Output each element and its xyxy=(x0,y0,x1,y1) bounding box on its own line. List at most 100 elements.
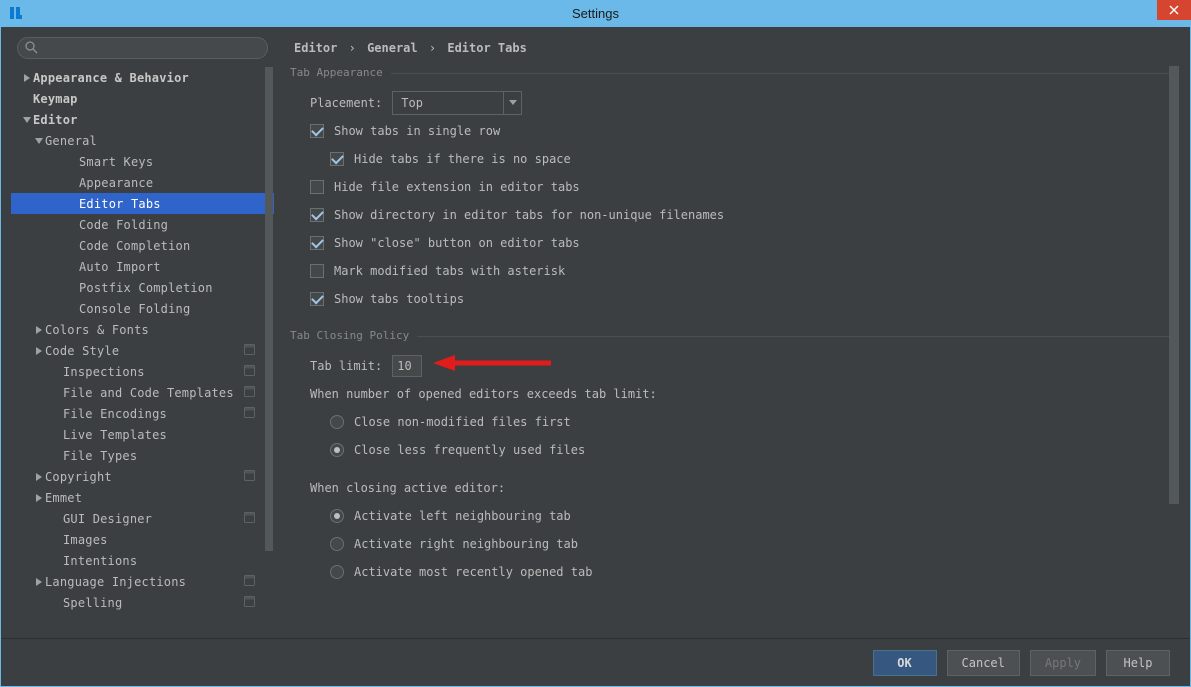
tree-item-label: Colors & Fonts xyxy=(45,323,260,337)
tree-item-console-folding[interactable]: Console Folding xyxy=(11,298,274,319)
checkbox-icon xyxy=(310,292,324,306)
content-scrollbar[interactable] xyxy=(1168,66,1180,628)
tree-item-label: Editor Tabs xyxy=(79,197,260,211)
cb-show-close[interactable]: Show "close" button on editor tabs xyxy=(290,231,1180,255)
tree-item-label: Editor xyxy=(33,113,260,127)
tree-item-label: Smart Keys xyxy=(79,155,260,169)
tree-item-label: File and Code Templates xyxy=(63,386,243,400)
radio-icon xyxy=(330,537,344,551)
tree-item-copyright[interactable]: Copyright xyxy=(11,466,274,487)
settings-client: Appearance & BehaviorKeymap Editor General… xyxy=(1,27,1190,686)
breadcrumb: Editor › General › Editor Tabs xyxy=(290,37,1180,65)
apply-button[interactable]: Apply xyxy=(1030,650,1096,676)
group-tab-closing: Tab Closing Policy Tab limit: When numbe… xyxy=(290,329,1180,584)
settings-window: Settings Appearance & BehaviorKeymapEdi xyxy=(0,0,1191,687)
radio-icon xyxy=(330,415,344,429)
tree-item-live-templates[interactable]: Live Templates xyxy=(11,424,274,445)
titlebar[interactable]: Settings xyxy=(0,0,1191,26)
radio-icon xyxy=(330,565,344,579)
scope-icon xyxy=(243,511,256,527)
ok-button[interactable]: OK xyxy=(873,650,937,676)
tree-item-editor[interactable]: Editor xyxy=(11,109,274,130)
cancel-button[interactable]: Cancel xyxy=(947,650,1020,676)
scope-icon xyxy=(243,469,256,485)
button-bar: OK Cancel Apply Help xyxy=(1,638,1190,686)
tree-item-label: File Types xyxy=(63,449,260,463)
checkbox-icon xyxy=(310,180,324,194)
tree-item-colors-fonts[interactable]: Colors & Fonts xyxy=(11,319,274,340)
tree-item-postfix-completion[interactable]: Postfix Completion xyxy=(11,277,274,298)
group-title: Tab Appearance xyxy=(290,66,1180,79)
sidebar: Appearance & BehaviorKeymap Editor General… xyxy=(1,27,280,638)
scope-icon xyxy=(243,364,256,380)
tree-item-appearance-behavior[interactable]: Appearance & Behavior xyxy=(11,67,274,88)
radio-act-recent[interactable]: Activate most recently opened tab xyxy=(290,560,1180,584)
help-button[interactable]: Help xyxy=(1106,650,1170,676)
settings-tree: Appearance & BehaviorKeymap Editor General… xyxy=(11,67,274,630)
chevron-right-icon xyxy=(33,326,45,334)
tree-item-gui-designer[interactable]: GUI Designer xyxy=(11,508,274,529)
tree-item-label: Live Templates xyxy=(63,428,260,442)
tree-item-general[interactable]: General xyxy=(11,130,274,151)
tree-item-code-style[interactable]: Code Style xyxy=(11,340,274,361)
cb-hide-no-space[interactable]: Hide tabs if there is no space xyxy=(290,147,1180,171)
tree-item-inspections[interactable]: Inspections xyxy=(11,361,274,382)
tree-item-code-folding[interactable]: Code Folding xyxy=(11,214,274,235)
tree-item-label: Language Injections xyxy=(45,575,243,589)
tree-item-smart-keys[interactable]: Smart Keys xyxy=(11,151,274,172)
cb-hide-ext[interactable]: Hide file extension in editor tabs xyxy=(290,175,1180,199)
main-panel: Appearance & BehaviorKeymap Editor General… xyxy=(1,27,1190,638)
tree-item-images[interactable]: Images xyxy=(11,529,274,550)
row-tab-limit: Tab limit: xyxy=(290,354,1180,378)
cb-single-row[interactable]: Show tabs in single row xyxy=(290,119,1180,143)
checkbox-icon xyxy=(310,264,324,278)
tree-item-code-completion[interactable]: Code Completion xyxy=(11,235,274,256)
tree-item-label: Code Completion xyxy=(79,239,260,253)
scope-icon xyxy=(243,574,256,590)
radio-close-lfu[interactable]: Close less frequently used files xyxy=(290,438,1180,462)
tree-item-label: Code Folding xyxy=(79,218,260,232)
radio-icon xyxy=(330,443,344,457)
tree-item-appearance[interactable]: Appearance xyxy=(11,172,274,193)
content-body: Tab Appearance Placement: Top xyxy=(290,65,1180,628)
tree-item-editor-tabs[interactable]: Editor Tabs xyxy=(11,193,274,214)
breadcrumb-seg: Editor xyxy=(294,41,337,55)
radio-icon xyxy=(330,509,344,523)
radio-close-nonmod[interactable]: Close non-modified files first xyxy=(290,410,1180,434)
tree-item-file-and-code-templates[interactable]: File and Code Templates xyxy=(11,382,274,403)
chevron-down-icon xyxy=(21,116,33,124)
tree-item-label: Images xyxy=(63,533,260,547)
tree-item-file-types[interactable]: File Types xyxy=(11,445,274,466)
exceed-label: When number of opened editors exceeds ta… xyxy=(290,382,1180,406)
breadcrumb-sep: › xyxy=(429,41,436,55)
scope-icon xyxy=(243,595,256,611)
tab-limit-label: Tab limit: xyxy=(310,359,382,373)
cb-show-dir[interactable]: Show directory in editor tabs for non-un… xyxy=(290,203,1180,227)
tree-item-language-injections[interactable]: Language Injections xyxy=(11,571,274,592)
breadcrumb-seg: Editor Tabs xyxy=(447,41,526,55)
window-title: Settings xyxy=(572,6,619,21)
chevron-right-icon xyxy=(33,347,45,355)
placement-value: Top xyxy=(393,96,503,110)
tree-item-auto-import[interactable]: Auto Import xyxy=(11,256,274,277)
window-close-button[interactable] xyxy=(1157,0,1191,20)
chevron-right-icon xyxy=(33,473,45,481)
tree-item-keymap[interactable]: Keymap xyxy=(11,88,274,109)
tree-item-label: Postfix Completion xyxy=(79,281,260,295)
scope-icon xyxy=(243,385,256,401)
tree-item-file-encodings[interactable]: File Encodings xyxy=(11,403,274,424)
checkbox-icon xyxy=(330,152,344,166)
sidebar-scrollbar[interactable] xyxy=(264,67,274,630)
tree-item-label: File Encodings xyxy=(63,407,243,421)
tree-item-intentions[interactable]: Intentions xyxy=(11,550,274,571)
tree-item-emmet[interactable]: Emmet xyxy=(11,487,274,508)
radio-act-left[interactable]: Activate left neighbouring tab xyxy=(290,504,1180,528)
settings-search xyxy=(17,37,268,59)
radio-act-right[interactable]: Activate right neighbouring tab xyxy=(290,532,1180,556)
placement-select[interactable]: Top xyxy=(392,91,522,115)
tab-limit-input[interactable] xyxy=(392,355,422,377)
search-input[interactable] xyxy=(17,37,268,59)
tree-item-spelling[interactable]: Spelling xyxy=(11,592,274,613)
cb-tooltips[interactable]: Show tabs tooltips xyxy=(290,287,1180,311)
cb-mark-modified[interactable]: Mark modified tabs with asterisk xyxy=(290,259,1180,283)
